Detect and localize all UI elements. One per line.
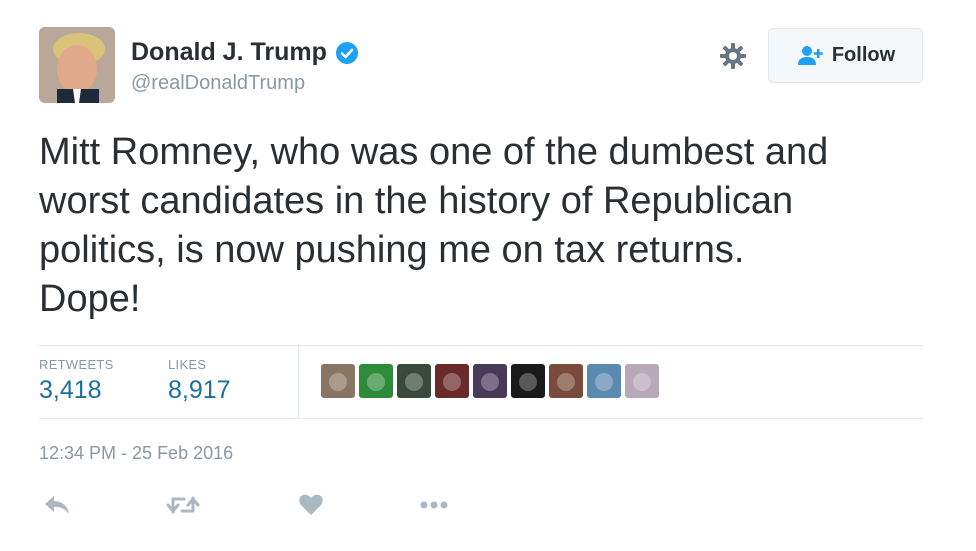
retweets-stat[interactable]: RETWEETS 3,418 <box>39 357 114 405</box>
user-handle[interactable]: @realDonaldTrump <box>131 72 305 95</box>
follow-button[interactable]: Follow <box>768 28 923 83</box>
retweets-label: RETWEETS <box>39 357 114 372</box>
liker-avatar[interactable] <box>321 364 355 398</box>
liker-avatars <box>321 364 659 398</box>
heart-icon <box>299 494 323 515</box>
reply-icon <box>45 496 69 514</box>
tweet-line: worst candidates in the history of Repub… <box>39 180 794 222</box>
avatar-image <box>39 27 115 103</box>
liker-avatar[interactable] <box>511 364 545 398</box>
liker-avatar[interactable] <box>625 364 659 398</box>
tweet-line: politics, is now pushing me on tax retur… <box>39 229 745 271</box>
likes-stat[interactable]: LIKES 8,917 <box>168 357 231 405</box>
user-name-row: Donald J. Trump <box>131 38 359 67</box>
like-button[interactable] <box>293 490 329 520</box>
stats-bottom-divider <box>39 418 923 419</box>
retweet-icon <box>166 496 200 514</box>
liker-avatar[interactable] <box>549 364 583 398</box>
retweet-button[interactable] <box>165 490 201 520</box>
tweet-timestamp[interactable]: 12:34 PM - 25 Feb 2016 <box>39 443 233 464</box>
liker-avatar[interactable] <box>473 364 507 398</box>
likes-label: LIKES <box>168 357 207 372</box>
tweet-line: Dope! <box>39 278 141 320</box>
add-user-icon <box>797 45 823 65</box>
liker-avatar[interactable] <box>397 364 431 398</box>
likes-count: 8,917 <box>168 376 231 404</box>
reply-button[interactable] <box>39 490 75 520</box>
user-name[interactable]: Donald J. Trump <box>131 38 327 67</box>
liker-avatar[interactable] <box>435 364 469 398</box>
more-icon <box>420 501 448 509</box>
verified-badge-icon <box>335 41 358 64</box>
liker-avatar[interactable] <box>587 364 621 398</box>
stats-top-divider <box>39 345 923 346</box>
stats-vertical-divider <box>298 345 299 418</box>
tweet-line: Mitt Romney, who was one of the dumbest … <box>39 131 829 173</box>
follow-label: Follow <box>831 44 896 66</box>
more-button[interactable] <box>416 490 452 520</box>
retweets-count: 3,418 <box>39 376 102 404</box>
avatar[interactable] <box>39 27 115 103</box>
tweet-text: Mitt Romney, who was one of the dumbest … <box>39 128 939 324</box>
gear-icon[interactable] <box>718 41 748 71</box>
liker-avatar[interactable] <box>359 364 393 398</box>
